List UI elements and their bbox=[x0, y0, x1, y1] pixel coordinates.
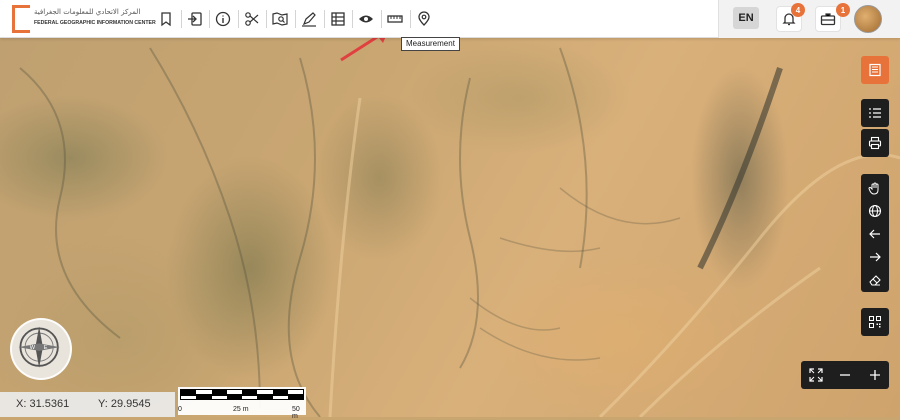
scale-label-0: 0 bbox=[178, 406, 182, 413]
briefcase-badge: 1 bbox=[836, 3, 850, 17]
bookmark-icon bbox=[161, 12, 171, 27]
bookmark-button[interactable] bbox=[155, 8, 177, 30]
location-pin-icon bbox=[418, 11, 430, 26]
print-button[interactable] bbox=[861, 129, 889, 157]
zoom-out-button[interactable] bbox=[830, 361, 859, 389]
previous-extent-button[interactable] bbox=[861, 222, 889, 245]
map-search-icon bbox=[272, 12, 288, 26]
info-icon bbox=[215, 11, 231, 27]
arrow-left-icon bbox=[869, 229, 880, 238]
arrow-right-icon bbox=[870, 252, 881, 261]
draw-button[interactable] bbox=[298, 8, 320, 30]
zoom-in-button[interactable] bbox=[860, 361, 889, 389]
compass[interactable]: W E bbox=[10, 318, 72, 380]
visibility-button[interactable] bbox=[355, 8, 377, 30]
location-button[interactable] bbox=[413, 8, 435, 30]
table-icon bbox=[331, 12, 345, 26]
language-button[interactable]: EN bbox=[733, 7, 759, 29]
svg-text:W: W bbox=[30, 345, 36, 351]
draw-icon bbox=[302, 12, 316, 27]
top-toolbar: المركز الاتحادي للمعلومات الجغرافية FEDE… bbox=[0, 0, 900, 38]
info-button[interactable] bbox=[212, 8, 234, 30]
pan-button[interactable] bbox=[861, 176, 889, 199]
document-list-icon bbox=[869, 63, 881, 77]
login-button[interactable] bbox=[184, 8, 206, 30]
map-search-button[interactable] bbox=[269, 8, 291, 30]
hand-icon bbox=[868, 182, 879, 195]
qr-code-icon bbox=[869, 316, 881, 328]
scale-bar-graphic-lower bbox=[180, 395, 304, 400]
coordinates-readout: X: 31.5361 Y: 29.9545 bbox=[0, 392, 175, 417]
full-extent-button[interactable] bbox=[861, 199, 889, 222]
list-icon bbox=[869, 108, 881, 118]
eraser-icon bbox=[869, 274, 881, 286]
x-coordinate: X: 31.5361 bbox=[16, 398, 70, 410]
y-coordinate: Y: 29.9545 bbox=[98, 398, 151, 410]
navigation-tools bbox=[861, 174, 889, 292]
scale-label-50: 50 m bbox=[292, 406, 300, 420]
next-extent-button[interactable] bbox=[861, 245, 889, 268]
clear-button[interactable] bbox=[861, 268, 889, 291]
logo-english-text: FEDERAL GEOGRAPHIC INFORMATION CENTER bbox=[34, 20, 156, 26]
printer-icon bbox=[868, 136, 882, 150]
notifications-badge: 4 bbox=[791, 3, 805, 17]
compass-icon: W E bbox=[18, 326, 60, 368]
fullscreen-icon bbox=[808, 368, 823, 382]
briefcase-icon bbox=[820, 13, 836, 26]
layers-panel-button[interactable] bbox=[861, 56, 889, 84]
legend-button[interactable] bbox=[861, 99, 889, 127]
scale-label-25: 25 m bbox=[233, 406, 249, 413]
measurement-button[interactable] bbox=[384, 8, 406, 30]
measurement-tooltip: Measurement bbox=[401, 37, 460, 51]
terrain-texture bbox=[19, 47, 900, 417]
ruler-icon bbox=[387, 15, 403, 23]
svg-text:E: E bbox=[44, 345, 48, 351]
qr-code-button[interactable] bbox=[861, 308, 889, 336]
scissors-icon bbox=[245, 12, 259, 26]
fullscreen-button[interactable] bbox=[801, 361, 830, 389]
scale-bar: 0 25 m 50 m bbox=[178, 387, 306, 420]
minus-icon bbox=[839, 374, 850, 376]
logo-bracket bbox=[12, 5, 30, 33]
eye-icon bbox=[359, 15, 373, 23]
map-view[interactable] bbox=[0, 38, 900, 417]
table-button[interactable] bbox=[327, 8, 349, 30]
globe-icon bbox=[868, 204, 882, 217]
scissors-button[interactable] bbox=[241, 8, 263, 30]
avatar[interactable] bbox=[854, 5, 882, 33]
logo-arabic-text: المركز الاتحادي للمعلومات الجغرافية bbox=[34, 8, 141, 16]
login-icon bbox=[188, 12, 202, 26]
logo[interactable]: المركز الاتحادي للمعلومات الجغرافية FEDE… bbox=[12, 5, 156, 33]
plus-icon bbox=[869, 370, 880, 380]
zoom-controls bbox=[801, 361, 889, 389]
